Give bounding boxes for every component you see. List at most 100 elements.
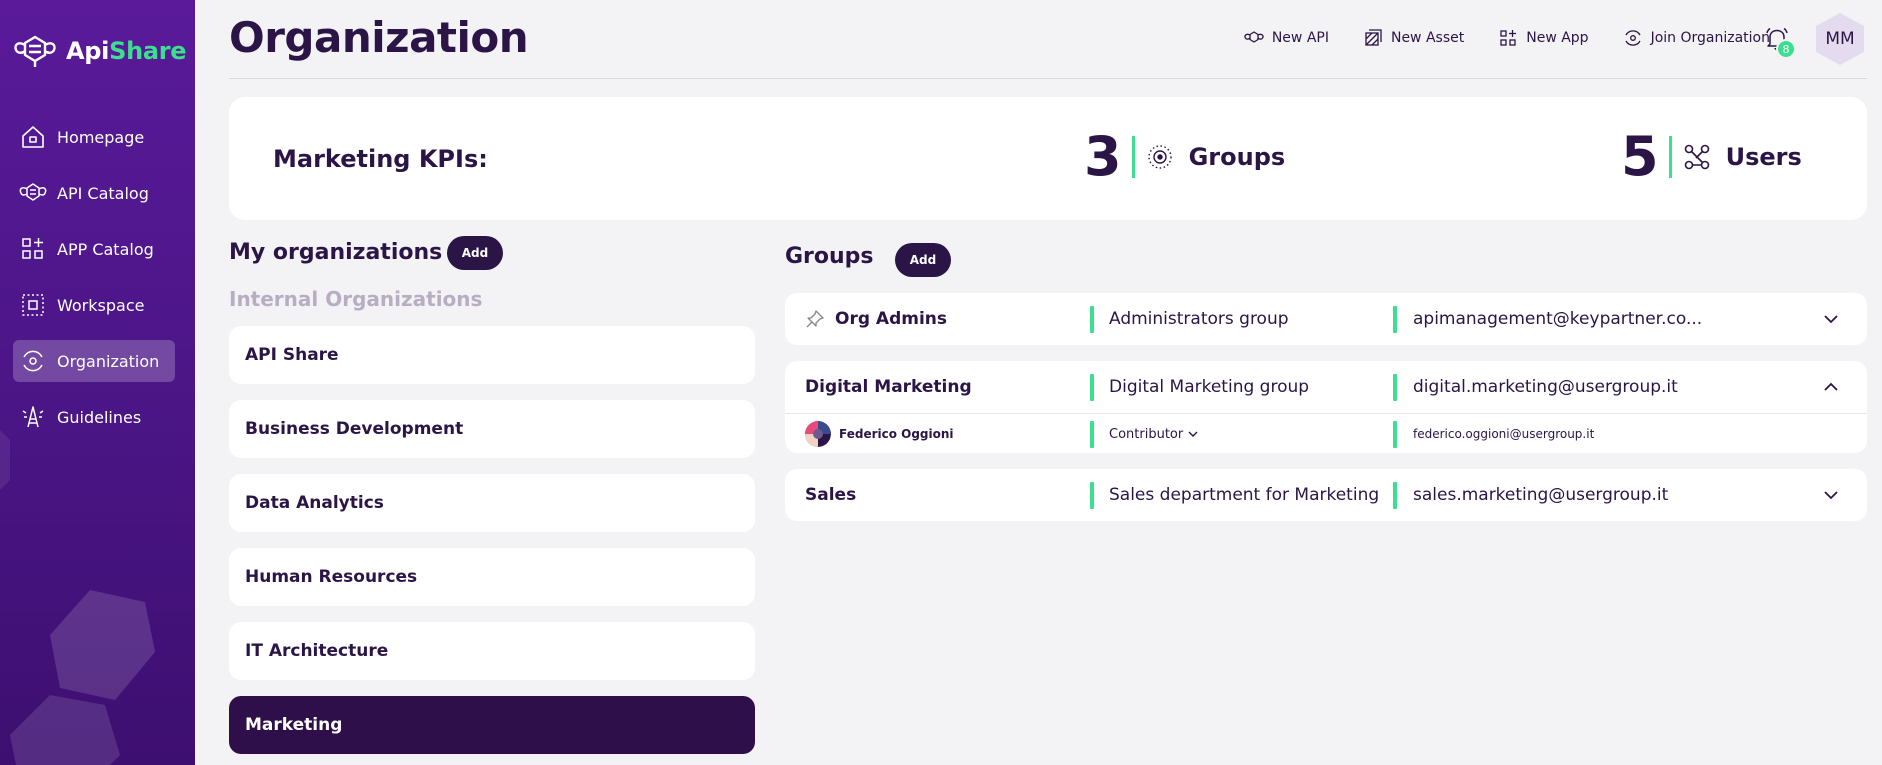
users-network-icon	[1684, 144, 1709, 170]
join-icon	[1625, 30, 1641, 46]
member-name: Federico Oggioni	[839, 427, 954, 441]
group-card-sales: Sales Sales department for Marketing ...…	[785, 469, 1867, 521]
group-description: Administrators group	[1109, 309, 1289, 329]
sidebar-item-app-catalog[interactable]: APP Catalog	[13, 228, 175, 270]
kpi-groups-count: 3	[1084, 125, 1122, 188]
chevron-down-icon[interactable]	[1821, 309, 1841, 329]
column-separator	[1090, 374, 1094, 401]
group-name-cell: Org Admins	[805, 293, 947, 345]
org-item-marketing[interactable]: Marketing	[229, 696, 755, 754]
organization-list: API Share Business Development Data Anal…	[229, 326, 755, 765]
chevron-down-icon	[1188, 431, 1198, 437]
sidebar-item-label: APP Catalog	[57, 239, 154, 259]
sidebar-item-api-catalog[interactable]: API Catalog	[13, 172, 175, 214]
column-separator	[1090, 482, 1094, 509]
sidebar: ApiShare Homepage API Catalog APP Catalo…	[0, 0, 195, 765]
column-separator	[1393, 482, 1397, 509]
column-separator	[1393, 374, 1397, 401]
new-app-button[interactable]: New App	[1498, 28, 1589, 48]
kpi-users-label: Users	[1725, 143, 1802, 171]
add-organization-button[interactable]: Add	[447, 236, 503, 270]
group-card-digital-marketing: Digital Marketing Digital Marketing grou…	[785, 361, 1867, 453]
decorative-hexagon	[0, 430, 10, 490]
group-name: Org Admins	[835, 309, 948, 329]
groups-title: Groups	[785, 244, 874, 269]
column-separator	[1090, 306, 1094, 333]
member-avatar	[805, 421, 831, 447]
notifications-badge: 8	[1776, 39, 1796, 59]
sidebar-item-organization[interactable]: Organization	[13, 340, 175, 382]
brand-name-accent: Share	[109, 37, 187, 65]
org-item-api-share[interactable]: API Share	[229, 326, 755, 384]
add-group-button[interactable]: Add	[895, 243, 951, 277]
new-asset-button[interactable]: New Asset	[1363, 28, 1464, 48]
header-actions: New API New Asset New App Join Organizat…	[1244, 24, 1770, 52]
apps-icon	[22, 238, 43, 259]
brand-logo[interactable]: ApiShare	[12, 30, 187, 72]
chevron-down-icon[interactable]	[1821, 485, 1841, 505]
header-divider	[229, 78, 1867, 79]
chevron-up-icon[interactable]	[1821, 377, 1841, 397]
column-separator	[1393, 421, 1397, 448]
user-initials: MM	[1825, 29, 1855, 49]
member-name-cell: Federico Oggioni	[805, 414, 954, 454]
sidebar-item-label: API Catalog	[57, 183, 149, 203]
decorative-hexagon	[50, 590, 155, 700]
group-email: sales.marketing@usergroup.it	[1413, 485, 1669, 505]
brand-name: Api	[66, 37, 110, 65]
group-name-cell: Sales	[805, 469, 856, 521]
sidebar-item-guidelines[interactable]: Guidelines	[13, 396, 175, 438]
group-name: Digital Marketing	[805, 377, 972, 397]
join-organization-button[interactable]: Join Organization	[1623, 28, 1770, 48]
group-email: digital.marketing@usergroup.it	[1413, 377, 1678, 397]
sidebar-item-homepage[interactable]: Homepage	[13, 116, 175, 158]
pin-icon[interactable]	[805, 309, 825, 329]
new-asset-label: New Asset	[1390, 30, 1465, 46]
new-api-button[interactable]: New API	[1244, 28, 1329, 48]
kpi-label: Marketing KPIs:	[273, 145, 488, 173]
sidebar-item-label: Organization	[57, 351, 160, 371]
member-role-dropdown[interactable]: Contributor	[1109, 414, 1199, 454]
groups-list: Org Admins Administrators group apimanag…	[785, 293, 1867, 537]
kpi-users-stat: 5 Users	[1621, 127, 1802, 187]
page-title: Organization	[229, 13, 529, 62]
kpi-users-count: 5	[1621, 125, 1659, 188]
asset-icon	[1365, 29, 1382, 46]
group-row[interactable]: Sales Sales department for Marketing ...…	[785, 469, 1867, 521]
member-role: Contributor	[1109, 426, 1184, 442]
home-icon	[22, 126, 44, 148]
org-item-human-resources[interactable]: Human Resources	[229, 548, 755, 606]
org-item-data-analytics[interactable]: Data Analytics	[229, 474, 755, 532]
sidebar-item-workspace[interactable]: Workspace	[13, 284, 175, 326]
group-description: Digital Marketing group	[1109, 377, 1310, 397]
workspace-icon	[22, 294, 44, 316]
column-separator	[1090, 421, 1094, 448]
sidebar-item-label: Homepage	[57, 127, 145, 147]
group-description: Sales department for Marketing ...	[1109, 485, 1384, 505]
organization-icon	[23, 350, 43, 372]
org-item-it-architecture[interactable]: IT Architecture	[229, 622, 755, 680]
internal-organizations-title: Internal Organizations	[229, 287, 483, 311]
app-icon	[1500, 30, 1517, 46]
sidebar-item-label: Workspace	[57, 295, 145, 315]
org-item-business-development[interactable]: Business Development	[229, 400, 755, 458]
user-avatar[interactable]: MM	[1814, 12, 1866, 66]
group-card-org-admins: Org Admins Administrators group apimanag…	[785, 293, 1867, 345]
group-name-cell: Digital Marketing	[805, 361, 972, 413]
kpi-groups-label: Groups	[1188, 143, 1286, 171]
groups-icon	[1147, 145, 1172, 169]
sidebar-item-label: Guidelines	[57, 407, 142, 427]
group-email: apimanagement@keypartner.co...	[1413, 309, 1703, 329]
kpi-separator	[1668, 136, 1672, 178]
api-icon	[19, 183, 47, 201]
group-name: Sales	[805, 485, 857, 505]
new-app-label: New App	[1526, 30, 1589, 46]
sidebar-nav: Homepage API Catalog APP Catalog Workspa…	[13, 116, 175, 452]
group-row[interactable]: Digital Marketing Digital Marketing grou…	[785, 361, 1867, 413]
kpi-groups-stat: 3 Groups	[1084, 127, 1285, 187]
new-api-label: New API	[1271, 30, 1329, 46]
group-row[interactable]: Org Admins Administrators group apimanag…	[785, 293, 1867, 345]
column-separator	[1393, 306, 1397, 333]
apishare-logo-icon	[14, 35, 56, 67]
member-email: federico.oggioni@usergroup.it	[1413, 427, 1595, 441]
